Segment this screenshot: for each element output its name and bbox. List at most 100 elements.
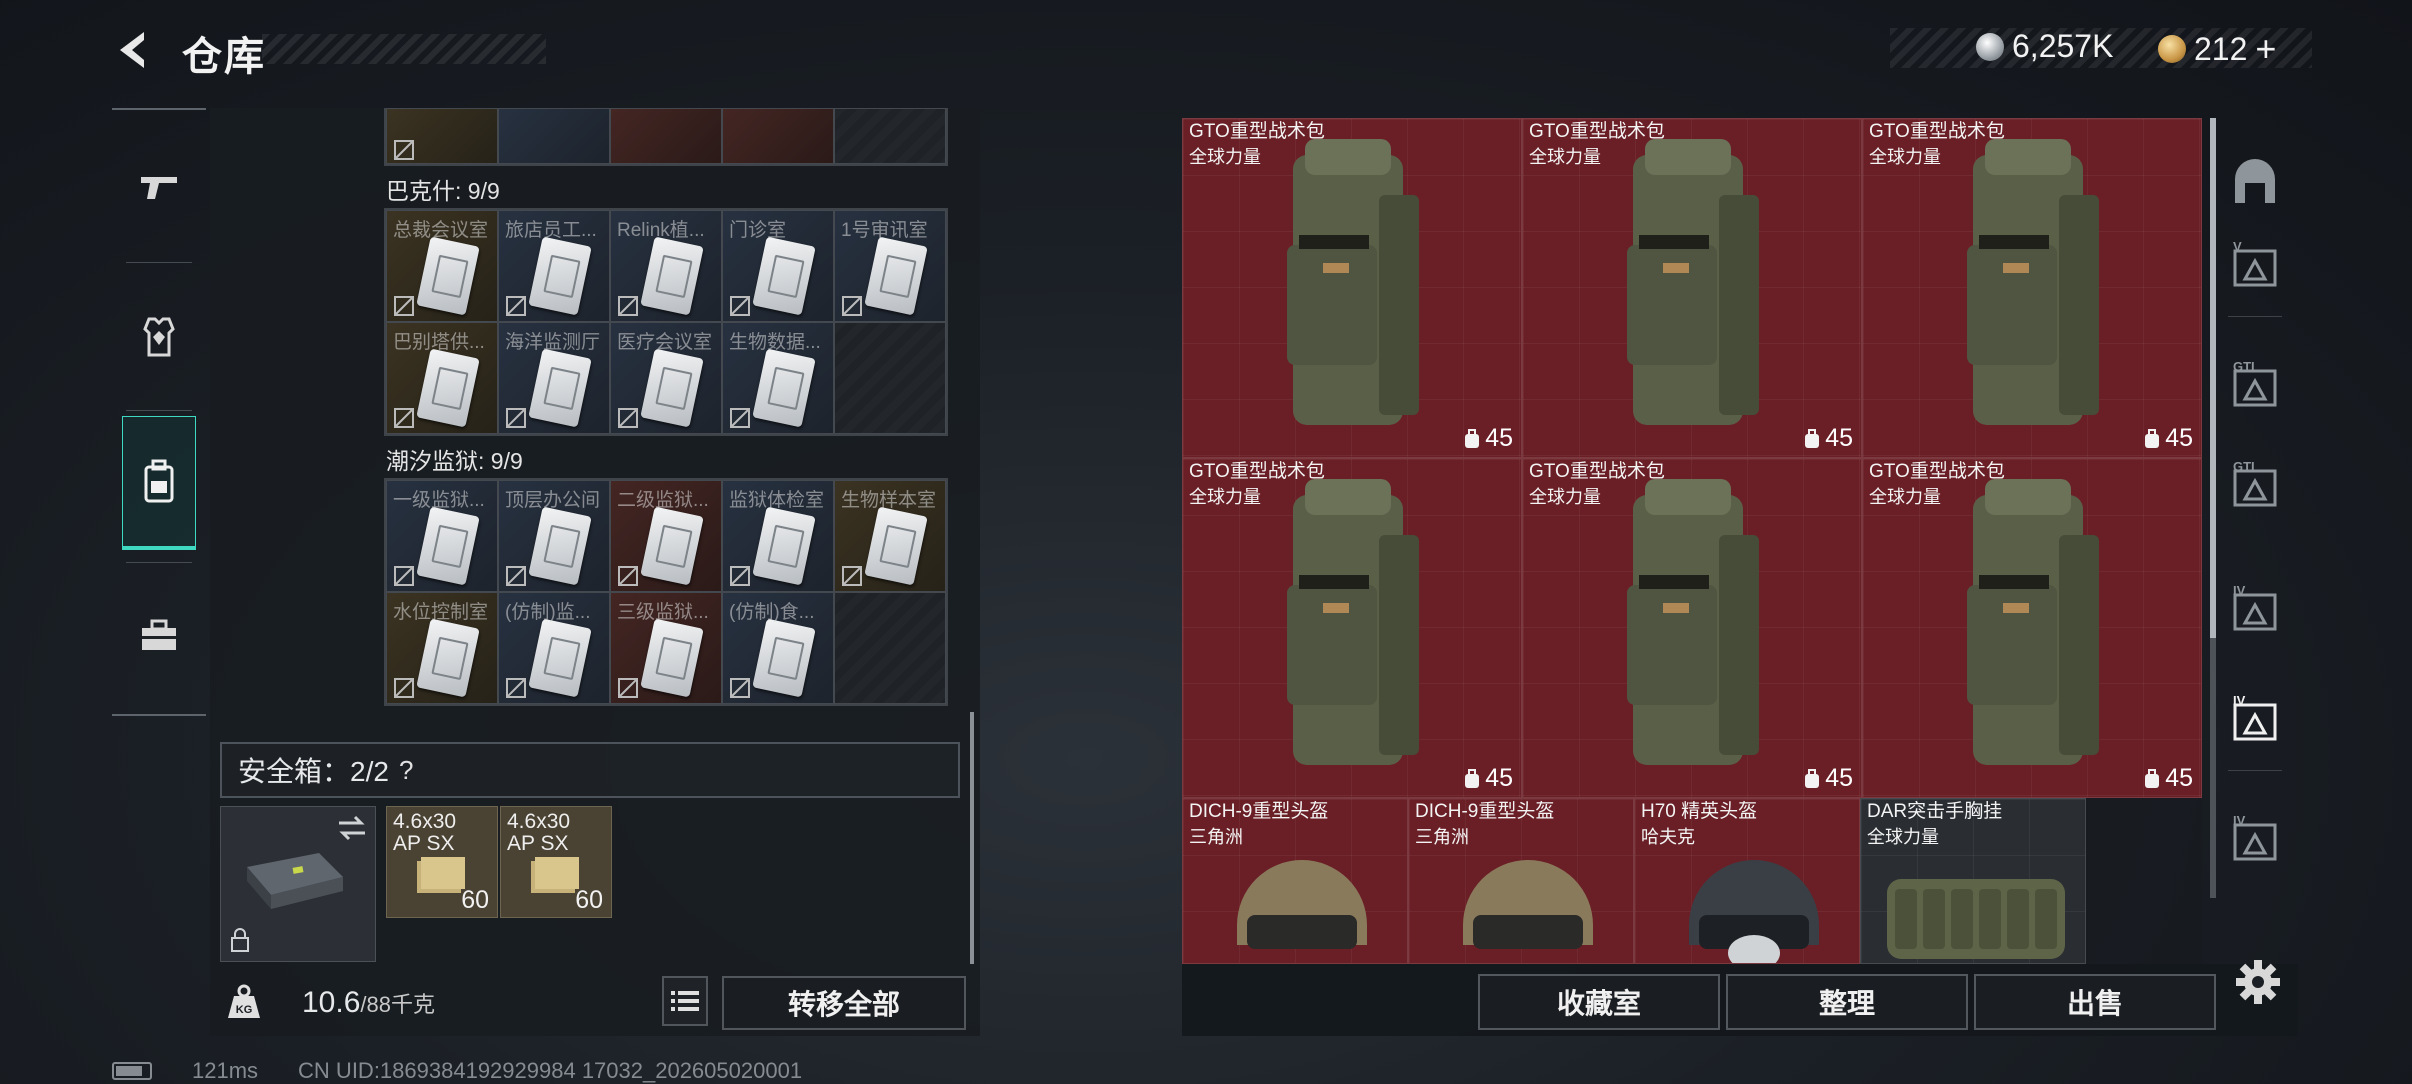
sell-button[interactable]: 出售	[1974, 974, 2216, 1030]
keycard-icon	[864, 236, 928, 316]
add-gold-button[interactable]: +	[2255, 28, 2276, 70]
storage-tab-3[interactable]: GTI	[2224, 354, 2286, 416]
keycard-slot[interactable]: (仿制)监...	[498, 592, 610, 704]
inventory-item[interactable]: GTO重型战术包 全球力量 45	[1862, 458, 2202, 798]
keycard-slot[interactable]: Relink植...	[610, 210, 722, 322]
keycard-label: 一级监狱...	[393, 490, 485, 511]
transfer-all-button[interactable]: 转移全部	[722, 976, 966, 1030]
keycard-slot[interactable]	[722, 108, 834, 164]
keycard-slot[interactable]: 门诊室	[722, 210, 834, 322]
item-name: GTO重型战术包	[1529, 121, 1665, 142]
item-name: GTO重型战术包	[1189, 121, 1325, 142]
safe-box-container[interactable]	[220, 806, 376, 962]
inventory-item[interactable]: H70 精英头盔 哈夫克	[1634, 798, 1860, 964]
item-name: DAR突击手胸挂	[1867, 801, 2003, 822]
weight-unit: /88千克	[360, 992, 435, 1017]
gold-currency[interactable]: 212 +	[2158, 28, 2276, 70]
list-view-button[interactable]	[662, 976, 708, 1026]
group-label-bakshi: 巴克什: 9/9	[386, 178, 500, 204]
keycard-slot[interactable]	[610, 108, 722, 164]
unavailable-icon	[506, 678, 526, 698]
nav-weapons[interactable]	[122, 120, 196, 254]
storage-tab-2[interactable]: V	[2224, 234, 2286, 296]
inventory-item[interactable]: DAR突击手胸挂 全球力量	[1860, 798, 2086, 964]
storage-tab-5[interactable]: IV	[2224, 578, 2286, 640]
keycard-slot[interactable]: 医疗会议室	[610, 322, 722, 434]
keycard-label: 顶层办公间	[505, 490, 601, 511]
keycard-slot[interactable]: 顶层办公间	[498, 480, 610, 592]
keycard-slot[interactable]	[498, 108, 610, 164]
keycard-slot[interactable]: (仿制)食...	[722, 592, 834, 704]
nav-backpacks[interactable]	[122, 416, 196, 550]
ammo-name: 4.6x30	[507, 810, 571, 833]
storage-tab-4[interactable]: GTI	[2224, 454, 2286, 516]
capacity-value: 45	[1485, 764, 1513, 792]
storage-tab-7[interactable]: IV	[2224, 808, 2286, 870]
tier-iv-locked-icon: IV	[2233, 693, 2277, 741]
keycard-slot[interactable]: 生物数据...	[722, 322, 834, 434]
keycard-slot[interactable]: 三级监狱...	[610, 592, 722, 704]
ammo-name: 4.6x30	[393, 810, 457, 833]
back-icon[interactable]	[112, 28, 156, 72]
safe-box-header: 安全箱：2/2 ?	[220, 742, 960, 798]
storage-tab-6[interactable]: IV	[2224, 688, 2286, 750]
nav-tools[interactable]	[122, 568, 196, 702]
inventory-item[interactable]: GTO重型战术包 全球力量 45	[1862, 118, 2202, 458]
swap-icon[interactable]	[337, 815, 367, 841]
keycard-slot[interactable]: 监狱体检室	[722, 480, 834, 592]
help-button[interactable]: ?	[399, 755, 413, 786]
capacity-icon	[2145, 428, 2160, 448]
keycard-label: 医疗会议室	[617, 332, 713, 353]
ammo-item[interactable]: 4.6x30 AP SX 60	[386, 806, 498, 918]
keycard-icon	[752, 236, 816, 316]
organize-button[interactable]: 整理	[1726, 974, 1968, 1030]
keycard-slot[interactable]	[386, 108, 498, 164]
keycard-slot[interactable]: 1号审讯室	[834, 210, 946, 322]
keycard-slot[interactable]: 总裁会议室	[386, 210, 498, 322]
capacity-value: 45	[1825, 764, 1853, 792]
capacity-value: 45	[1825, 424, 1853, 452]
keycard-grid-bakshi: 总裁会议室 旅店员工... Relink植... 门诊室 1号审讯室巴别塔供... 海洋监…	[384, 208, 948, 436]
weight-value: 10.6	[302, 986, 361, 1019]
silver-currency[interactable]: 6,257K	[1976, 28, 2113, 65]
inventory-item[interactable]: GTO重型战术包 全球力量 45	[1182, 458, 1522, 798]
keycard-slot[interactable]: 水位控制室	[386, 592, 498, 704]
nav-armor[interactable]	[122, 270, 196, 404]
ammo-item[interactable]: 4.6x30 AP SX 60	[500, 806, 612, 918]
pistol-icon	[141, 177, 177, 199]
ammo-count: 60	[461, 886, 489, 914]
unavailable-icon	[394, 408, 414, 428]
keycard-label: (仿制)监...	[505, 602, 591, 623]
keycard-icon	[528, 348, 592, 428]
unavailable-icon	[730, 408, 750, 428]
unavailable-icon	[842, 296, 862, 316]
inventory-item[interactable]: GTO重型战术包 全球力量 45	[1522, 458, 1862, 798]
keycard-label: 水位控制室	[393, 602, 489, 623]
unavailable-icon	[506, 408, 526, 428]
storage-tab-1[interactable]	[2224, 152, 2286, 214]
keycard-slot[interactable]: 巴别塔供...	[386, 322, 498, 434]
inventory-item[interactable]: GTO重型战术包 全球力量 45	[1522, 118, 1862, 458]
unavailable-icon	[506, 566, 526, 586]
keycard-slot[interactable]: 生物样本室	[834, 480, 946, 592]
weight-icon: KG	[228, 984, 260, 1018]
inventory-item[interactable]: DICH-9重型头盔 三角洲	[1182, 798, 1408, 964]
unavailable-icon	[730, 296, 750, 316]
capacity-icon	[1465, 768, 1480, 788]
inventory-scrollbar-thumb[interactable]	[2210, 118, 2216, 638]
gear-icon[interactable]	[2232, 956, 2284, 1008]
collection-room-button[interactable]: 收藏室	[1478, 974, 1720, 1030]
keycard-label: 巴别塔供...	[393, 332, 485, 353]
item-name: GTO重型战术包	[1529, 461, 1665, 482]
item-name: DICH-9重型头盔	[1189, 801, 1329, 822]
inventory-item[interactable]: GTO重型战术包 全球力量 45	[1182, 118, 1522, 458]
keycard-slot[interactable]: 旅店员工...	[498, 210, 610, 322]
inventory-item[interactable]: DICH-9重型头盔 三角洲	[1408, 798, 1634, 964]
keycard-icon	[752, 348, 816, 428]
keycard-slot[interactable]: 二级监狱...	[610, 480, 722, 592]
stash-scrollbar[interactable]	[970, 712, 974, 964]
keycard-slot[interactable]: 一级监狱...	[386, 480, 498, 592]
capacity: 45	[1463, 424, 1513, 453]
keycard-slot[interactable]: 海洋监测厅	[498, 322, 610, 434]
unavailable-icon	[394, 678, 414, 698]
